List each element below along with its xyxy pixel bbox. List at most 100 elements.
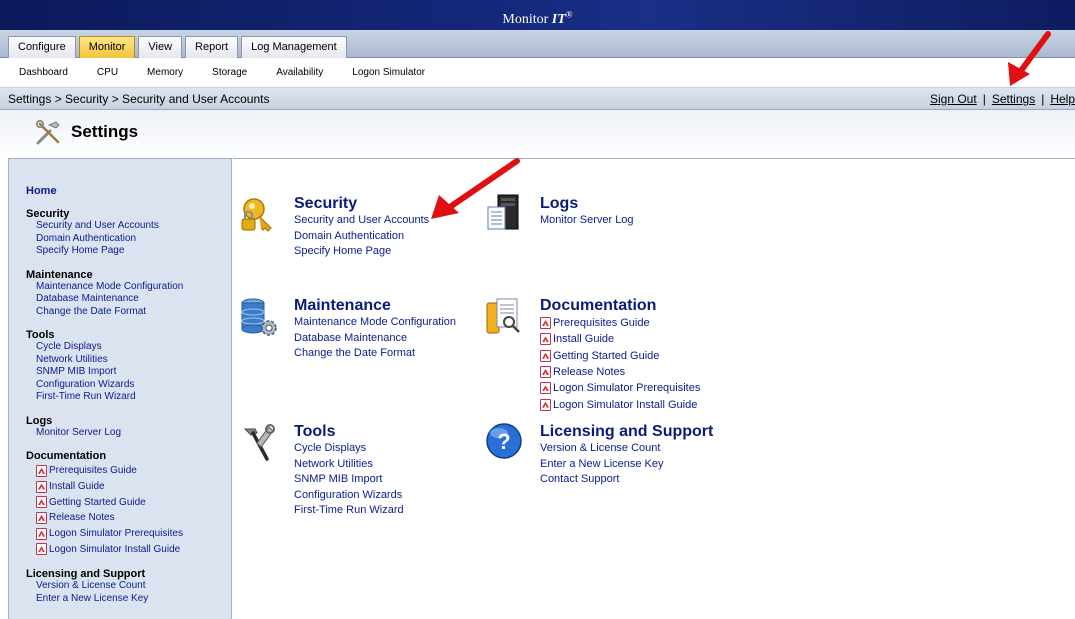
link-contact-support[interactable]: Contact Support [540, 472, 713, 488]
settings-main: Security Security and User Accounts Doma… [233, 158, 1075, 619]
subnav-logon-simulator[interactable]: Logon Simulator [352, 67, 425, 78]
pdf-icon [540, 366, 551, 379]
breadcrumb: Settings > Security > Security and User … [0, 88, 1075, 110]
pdf-icon [540, 349, 551, 362]
link-database-maintenance[interactable]: Database Maintenance [294, 331, 456, 347]
sidebar-group-maintenance: Maintenance Maintenance Mode Configurati… [26, 269, 231, 319]
link-configuration-wizards[interactable]: Configuration Wizards [294, 488, 404, 504]
tab-monitor[interactable]: Monitor [78, 36, 136, 58]
subnav-dashboard[interactable]: Dashboard [19, 67, 68, 78]
subnav-memory[interactable]: Memory [147, 67, 183, 78]
sidebar-item-version-license-count[interactable]: Version & License Count [36, 580, 231, 593]
link-logon-sim-install-guide[interactable]: Logon Simulator Install Guide [540, 396, 700, 412]
sidebar-item-logon-sim-install-guide[interactable]: Logon Simulator Install Guide [36, 541, 231, 557]
link-maintenance-mode[interactable]: Maintenance Mode Configuration [294, 315, 456, 331]
section-title-security: Security [294, 195, 358, 212]
pdf-icon [36, 527, 47, 540]
link-prerequisites-guide[interactable]: Prerequisites Guide [540, 315, 700, 331]
link-first-time-run-wizard[interactable]: First-Time Run Wizard [294, 503, 404, 519]
section-documentation: Documentation Prerequisites Guide Instal… [540, 297, 700, 413]
documentation-icon [486, 298, 520, 334]
app-title: Monitor IT® [502, 9, 573, 27]
server-log-icon [487, 194, 519, 230]
sidebar-group-documentation: Documentation Prerequisites Guide Instal… [26, 450, 231, 557]
sidebar-item-specify-home-page[interactable]: Specify Home Page [36, 245, 231, 258]
sidebar-item-database-maintenance[interactable]: Database Maintenance [36, 293, 231, 306]
tab-log-management[interactable]: Log Management [241, 36, 347, 58]
top-links: Sign Out | Settings | Help [930, 92, 1075, 106]
help-link[interactable]: Help [1050, 92, 1075, 106]
pdf-icon [540, 398, 551, 411]
link-logon-sim-prerequisites[interactable]: Logon Simulator Prerequisites [540, 380, 700, 396]
section-title-documentation: Documentation [540, 297, 657, 314]
sidebar-group-logs: Logs Monitor Server Log [26, 415, 231, 440]
main-tabs: Configure Monitor View Report Log Manage… [0, 30, 1075, 58]
key-lock-icon [241, 198, 272, 232]
link-domain-authentication[interactable]: Domain Authentication [294, 229, 429, 245]
link-version-license-count[interactable]: Version & License Count [540, 441, 713, 457]
sidebar-heading-maintenance: Maintenance [26, 268, 93, 281]
sidebar-item-cycle-displays[interactable]: Cycle Displays [36, 341, 231, 354]
subnav-storage[interactable]: Storage [212, 67, 247, 78]
tab-view[interactable]: View [138, 36, 183, 58]
sidebar-heading-security: Security [26, 208, 70, 220]
page-title: Settings [71, 122, 139, 141]
subnav-cpu[interactable]: CPU [97, 67, 118, 78]
link-specify-home-page[interactable]: Specify Home Page [294, 244, 429, 260]
sidebar-item-maintenance-mode[interactable]: Maintenance Mode Configuration [36, 281, 231, 294]
tools-hammer-icon [243, 424, 275, 461]
tab-report[interactable]: Report [185, 36, 239, 58]
section-title-logs: Logs [540, 195, 579, 212]
help-question-icon: ? [486, 423, 522, 459]
sidebar-item-security-user-accounts[interactable]: Security and User Accounts [36, 220, 231, 233]
link-security-user-accounts[interactable]: Security and User Accounts [294, 213, 429, 229]
sidebar-group-licensing: Licensing and Support Version & License … [26, 568, 231, 605]
link-monitor-server-log[interactable]: Monitor Server Log [540, 213, 634, 229]
pdf-icon [540, 333, 551, 346]
app-title-bar: Monitor IT® [0, 0, 1075, 30]
sidebar-home-link[interactable]: Home [26, 185, 231, 197]
sidebar-item-snmp-mib-import[interactable]: SNMP MIB Import [36, 366, 231, 379]
sign-out-link[interactable]: Sign Out [930, 92, 977, 106]
pdf-icon [36, 496, 47, 509]
link-enter-license-key[interactable]: Enter a New License Key [540, 457, 713, 473]
sidebar-item-logon-sim-prerequisites[interactable]: Logon Simulator Prerequisites [36, 526, 231, 542]
link-cycle-displays[interactable]: Cycle Displays [294, 441, 404, 457]
sidebar-item-domain-authentication[interactable]: Domain Authentication [36, 233, 231, 246]
subnav-availability[interactable]: Availability [276, 67, 323, 78]
sidebar-heading-tools: Tools [26, 329, 55, 341]
sidebar-item-install-guide[interactable]: Install Guide [36, 479, 231, 495]
settings-header: Settings [0, 110, 1075, 158]
link-getting-started-guide[interactable]: Getting Started Guide [540, 348, 700, 364]
sidebar-item-getting-started-guide[interactable]: Getting Started Guide [36, 494, 231, 510]
section-title-licensing: Licensing and Support [540, 423, 714, 440]
tab-configure[interactable]: Configure [8, 36, 76, 58]
section-maintenance: Maintenance Maintenance Mode Configurati… [294, 297, 456, 362]
sidebar-item-network-utilities[interactable]: Network Utilities [36, 354, 231, 367]
sidebar-heading-documentation: Documentation [26, 450, 107, 462]
link-snmp-mib-import[interactable]: SNMP MIB Import [294, 472, 404, 488]
sidebar-item-prerequisites-guide[interactable]: Prerequisites Guide [36, 463, 231, 479]
sidebar-item-date-format[interactable]: Change the Date Format [36, 306, 231, 319]
pdf-icon [540, 382, 551, 395]
section-title-maintenance: Maintenance [294, 297, 391, 314]
section-licensing: Licensing and Support Version & License … [540, 423, 713, 488]
link-network-utilities[interactable]: Network Utilities [294, 457, 404, 473]
section-tools: Tools Cycle Displays Network Utilities S… [294, 423, 404, 519]
link-date-format[interactable]: Change the Date Format [294, 346, 456, 362]
sidebar-item-configuration-wizards[interactable]: Configuration Wizards [36, 379, 231, 392]
section-security: Security Security and User Accounts Doma… [294, 195, 429, 260]
settings-link[interactable]: Settings [992, 92, 1035, 106]
sidebar-item-monitor-server-log[interactable]: Monitor Server Log [36, 427, 231, 440]
sidebar-item-enter-license-key[interactable]: Enter a New License Key [36, 593, 231, 606]
sidebar-item-first-time-run-wizard[interactable]: First-Time Run Wizard [36, 391, 231, 404]
pdf-icon [540, 317, 551, 330]
svg-text:?: ? [497, 429, 510, 454]
database-gear-icon [241, 298, 277, 336]
pdf-icon [36, 511, 47, 524]
pdf-icon [36, 480, 47, 493]
link-release-notes[interactable]: Release Notes [540, 364, 700, 380]
sidebar-item-release-notes[interactable]: Release Notes [36, 510, 231, 526]
link-install-guide[interactable]: Install Guide [540, 331, 700, 347]
section-title-tools: Tools [294, 423, 336, 440]
